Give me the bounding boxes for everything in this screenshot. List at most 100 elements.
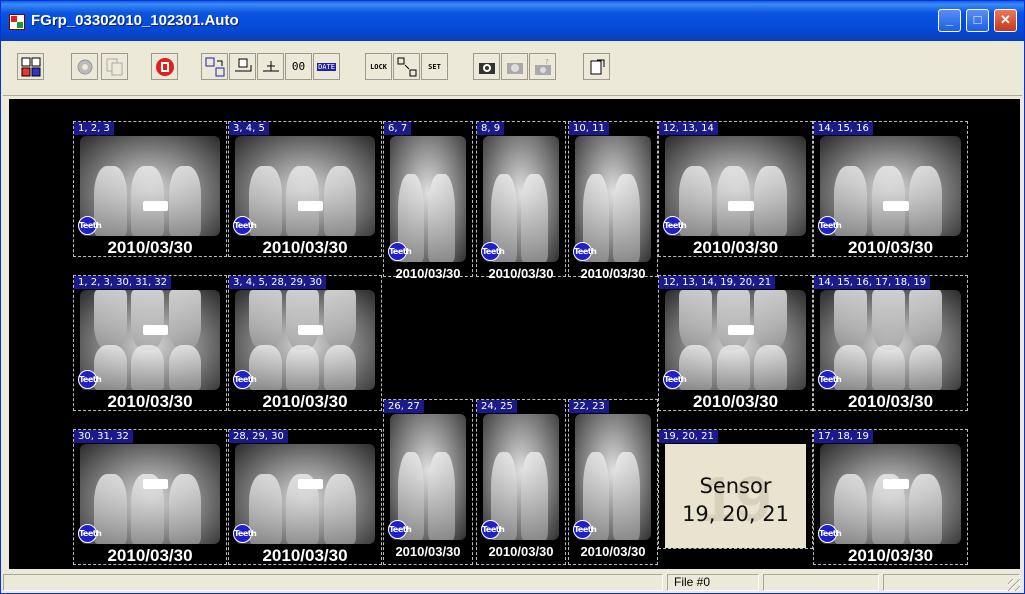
- teeth-badge-icon[interactable]: Teeth: [388, 520, 412, 539]
- film-slot[interactable]: Teeth 24, 25: [476, 399, 566, 565]
- teeth-badge-icon[interactable]: Teeth: [233, 216, 257, 235]
- film-slot[interactable]: Teeth 12, 13, 14: [658, 121, 813, 257]
- xray-image[interactable]: [80, 290, 220, 390]
- tooth-shape: [323, 166, 357, 236]
- teeth-badge-icon[interactable]: Teeth: [78, 370, 102, 389]
- capture-date: 2010/03/30: [580, 266, 646, 281]
- capture-date: 2010/03/30: [692, 238, 779, 257]
- window-title: FGrp_03302010_102301.Auto: [31, 12, 239, 29]
- teeth-badge-icon[interactable]: Teeth: [818, 524, 842, 543]
- film-slot[interactable]: Teeth 3, 4, 5, 28, 29, 30: [228, 275, 382, 411]
- film-slot[interactable]: Teeth 6, 7: [383, 121, 473, 277]
- film-slot[interactable]: Teeth 12, 13, 14, 19, 20, 21: [658, 275, 813, 411]
- align-icon[interactable]: [257, 53, 284, 80]
- film-slot[interactable]: Teeth 17, 18, 19: [813, 429, 968, 565]
- select-move-icon[interactable]: [201, 53, 228, 80]
- stop-icon[interactable]: [151, 53, 178, 80]
- teeth-badge-icon[interactable]: Teeth: [818, 216, 842, 235]
- film-slot[interactable]: Teeth 14, 15, 16, 17, 18, 19: [813, 275, 968, 411]
- close-button[interactable]: ✕: [994, 9, 1017, 32]
- film-slot[interactable]: Teeth 8, 9: [476, 121, 566, 277]
- xray-image[interactable]: [80, 444, 220, 544]
- capture-date: 2010/03/30: [262, 392, 348, 411]
- status-file: File #0: [667, 574, 759, 591]
- capture-date: 2010/03/30: [107, 546, 193, 565]
- camera-acquire-icon[interactable]: [473, 53, 500, 80]
- teeth-badge-icon[interactable]: Teeth: [573, 520, 597, 539]
- film-slot[interactable]: Teeth 26, 27: [383, 399, 473, 565]
- film-slot[interactable]: Teeth 22, 23: [568, 399, 658, 565]
- xray-image[interactable]: [80, 136, 220, 236]
- tooth-shape: [871, 290, 905, 350]
- capture-date: 2010/03/30: [847, 546, 934, 565]
- capture-date: 2010/03/30: [395, 544, 461, 559]
- tooth-numbers-label: 6, 7: [384, 122, 412, 135]
- arrange-icon[interactable]: [393, 53, 420, 80]
- tooth-shape: [286, 290, 319, 350]
- sensor-placeholder[interactable]: 19 Sensor 19, 20, 21: [665, 444, 806, 548]
- xray-image[interactable]: [235, 444, 375, 544]
- number-field-glyph: 00: [291, 60, 306, 73]
- svg-text:?: ?: [545, 58, 549, 66]
- title-bar[interactable]: FGrp_03302010_102301.Auto _ □ ✕: [1, 1, 1024, 41]
- app-icon[interactable]: [9, 14, 25, 30]
- maximize-button[interactable]: □: [966, 9, 989, 32]
- teeth-badge-icon[interactable]: Teeth: [663, 216, 687, 235]
- teeth-badge-icon[interactable]: Teeth: [233, 370, 257, 389]
- teeth-badge-icon[interactable]: Teeth: [481, 242, 505, 261]
- tooth-numbers-label: 14, 15, 16, 17, 18, 19: [814, 276, 931, 289]
- tooth-shape: [716, 345, 750, 390]
- layout-grid-icon[interactable]: [17, 53, 44, 80]
- number-field-icon[interactable]: 00: [285, 53, 312, 80]
- sensor-teeth-numbers: 19, 20, 21: [682, 502, 789, 526]
- minimize-button[interactable]: _: [938, 9, 961, 32]
- film-slot[interactable]: Teeth 10, 11: [568, 121, 658, 277]
- capture-date: 2010/03/30: [692, 392, 779, 411]
- film-slot[interactable]: Teeth 1, 2, 3: [73, 121, 227, 257]
- teeth-badge-icon[interactable]: Teeth: [481, 520, 505, 539]
- date-icon[interactable]: DATE: [313, 53, 340, 80]
- copy-pages-disabled-icon[interactable]: [101, 53, 128, 80]
- camera-disabled-icon[interactable]: [501, 53, 528, 80]
- film-slot[interactable]: Teeth 3, 4, 5: [228, 121, 382, 257]
- teeth-badge-icon[interactable]: Teeth: [573, 242, 597, 261]
- xray-image[interactable]: [820, 136, 961, 236]
- lock-glyph: LOCK: [370, 62, 387, 71]
- xray-image[interactable]: [820, 444, 961, 544]
- film-slot[interactable]: Teeth 30, 31, 32: [73, 429, 227, 565]
- tooth-shape: [323, 290, 357, 350]
- rotate-icon[interactable]: [229, 53, 256, 80]
- film-slot[interactable]: Teeth 28, 29, 30: [228, 429, 382, 565]
- xray-image[interactable]: [235, 136, 375, 236]
- film-slot[interactable]: Teeth 1, 2, 3, 30, 31, 32: [73, 275, 227, 411]
- set-glyph: SET: [428, 62, 441, 71]
- export-icon[interactable]: [583, 53, 610, 80]
- xray-image[interactable]: [235, 290, 375, 390]
- tooth-shape: [754, 290, 788, 350]
- tooth-numbers-label: 17, 18, 19: [814, 430, 873, 443]
- film-slot[interactable]: Teeth 14, 15, 16: [813, 121, 968, 257]
- teeth-badge-icon[interactable]: Teeth: [818, 370, 842, 389]
- teeth-badge-icon[interactable]: Teeth: [78, 524, 102, 543]
- tooth-shape: [428, 173, 455, 262]
- xray-image[interactable]: [665, 136, 806, 236]
- lock-icon[interactable]: LOCK: [365, 53, 392, 80]
- tooth-numbers-label: 3, 4, 5, 28, 29, 30: [229, 276, 327, 289]
- teeth-badge-icon[interactable]: Teeth: [663, 370, 687, 389]
- filling-mark: [298, 201, 324, 211]
- xray-image[interactable]: [665, 290, 806, 390]
- teeth-badge-icon[interactable]: Teeth: [78, 216, 102, 235]
- gear-disabled-icon[interactable]: [71, 53, 98, 80]
- filling-mark: [143, 201, 169, 211]
- set-icon[interactable]: SET: [421, 53, 448, 80]
- camera-help-disabled-icon[interactable]: ?: [529, 53, 556, 80]
- xray-image[interactable]: [820, 290, 961, 390]
- teeth-badge-icon[interactable]: Teeth: [388, 242, 412, 261]
- resize-grip[interactable]: [1008, 579, 1020, 591]
- date-glyph: DATE: [317, 62, 336, 71]
- tooth-numbers-label: 22, 23: [569, 400, 609, 413]
- filling-mark: [143, 479, 169, 489]
- app-window: FGrp_03302010_102301.Auto _ □ ✕ 00 DATE …: [0, 0, 1025, 594]
- film-slot[interactable]: 19 Sensor 19, 20, 21 19, 20, 21: [658, 429, 813, 549]
- teeth-badge-icon[interactable]: Teeth: [233, 524, 257, 543]
